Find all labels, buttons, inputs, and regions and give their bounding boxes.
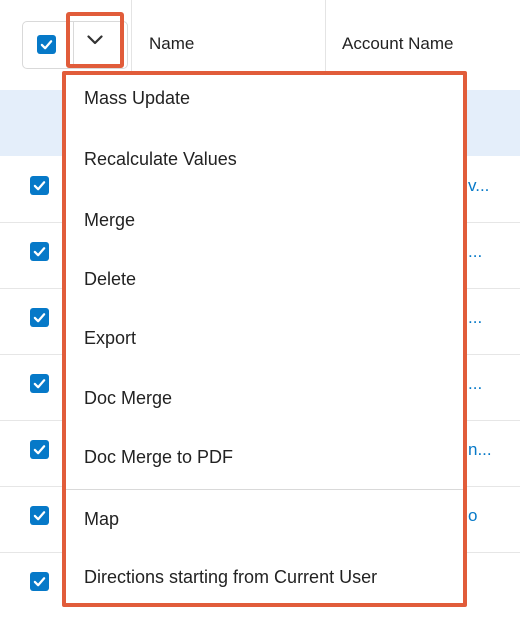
row-account-link[interactable]: ... <box>468 374 482 394</box>
row-checkbox[interactable] <box>30 572 49 591</box>
menu-item-export[interactable]: Export <box>84 328 136 349</box>
checkmark-icon <box>33 181 46 191</box>
menu-item-map[interactable]: Map <box>84 509 119 530</box>
row-checkbox[interactable] <box>30 374 49 393</box>
column-header-account-name[interactable]: Account Name <box>342 34 454 54</box>
row-checkbox[interactable] <box>30 176 49 195</box>
checkmark-icon <box>33 511 46 521</box>
actions-dropdown-menu: Mass Update Recalculate Values Merge Del… <box>62 71 467 607</box>
select-all-checkbox[interactable] <box>37 35 56 54</box>
row-account-link[interactable]: v... <box>468 176 489 196</box>
checkmark-icon <box>33 577 46 587</box>
row-account-link[interactable]: n... <box>468 440 492 460</box>
menu-item-recalculate-values[interactable]: Recalculate Values <box>84 149 237 170</box>
actions-dropdown-toggle[interactable] <box>66 12 124 68</box>
menu-item-delete[interactable]: Delete <box>84 269 136 290</box>
menu-item-doc-merge[interactable]: Doc Merge <box>84 388 172 409</box>
row-account-link[interactable]: ... <box>468 308 482 328</box>
checkmark-icon <box>33 247 46 257</box>
menu-item-mass-update[interactable]: Mass Update <box>84 88 190 109</box>
chevron-down-icon <box>87 35 103 45</box>
row-account-link[interactable]: o <box>468 506 477 526</box>
menu-item-directions-from-current-user[interactable]: Directions starting from Current User <box>84 567 377 588</box>
checkmark-icon <box>33 445 46 455</box>
checkmark-icon <box>33 379 46 389</box>
column-header-name[interactable]: Name <box>149 34 194 54</box>
row-checkbox[interactable] <box>30 506 49 525</box>
row-account-link[interactable]: ... <box>468 242 482 262</box>
checkmark-icon <box>40 40 53 50</box>
row-checkbox[interactable] <box>30 242 49 261</box>
row-checkbox[interactable] <box>30 308 49 327</box>
checkmark-icon <box>33 313 46 323</box>
menu-item-doc-merge-to-pdf[interactable]: Doc Merge to PDF <box>84 447 233 468</box>
row-checkbox[interactable] <box>30 440 49 459</box>
menu-divider <box>66 489 463 490</box>
menu-item-merge[interactable]: Merge <box>84 210 135 231</box>
